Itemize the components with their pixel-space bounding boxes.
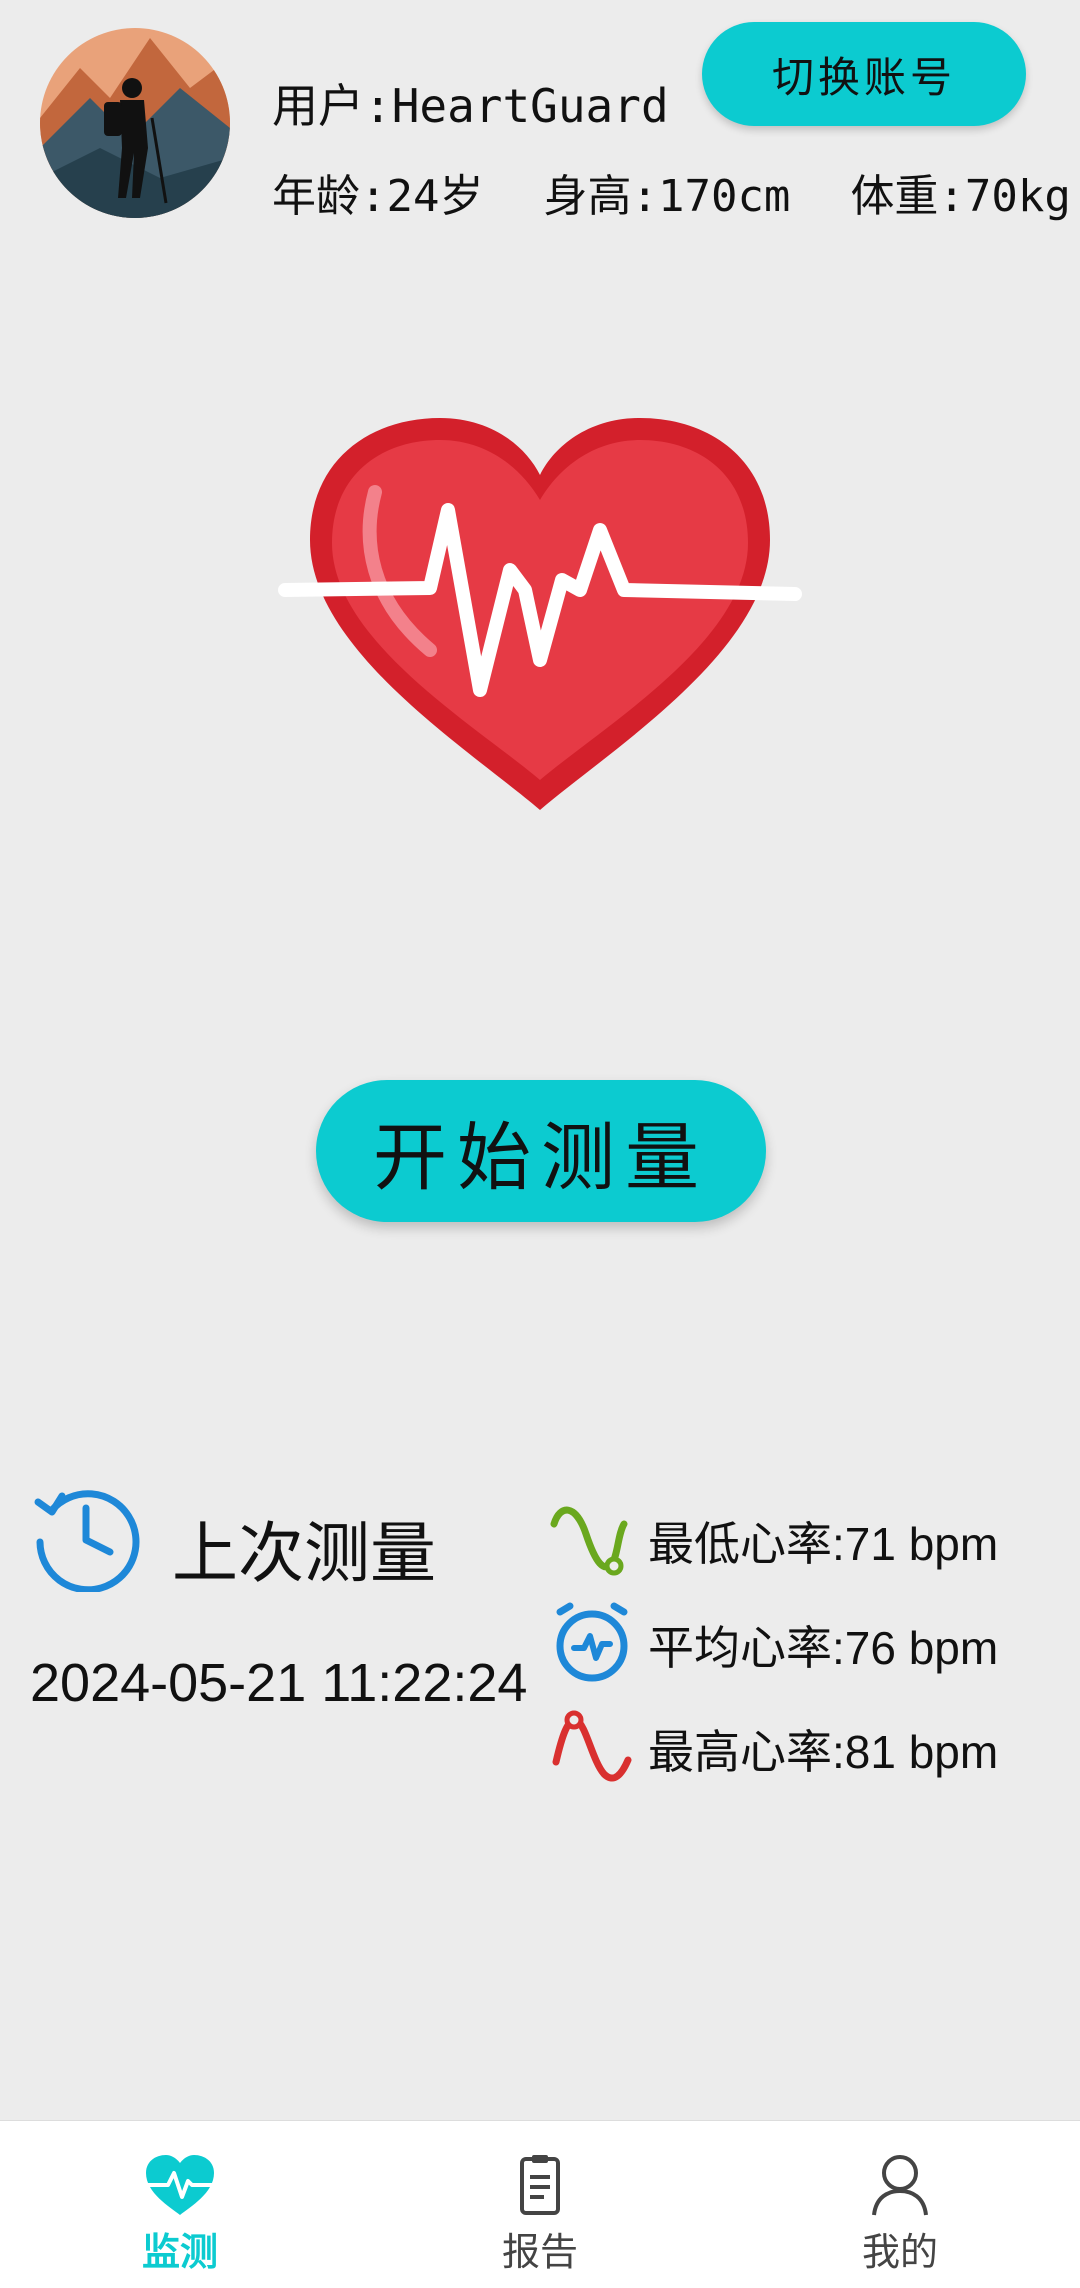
nav-item-profile[interactable]: 我的 xyxy=(800,2121,1000,2288)
person-icon xyxy=(872,2155,928,2216)
avatar[interactable] xyxy=(40,28,230,218)
nav-item-monitor[interactable]: 监测 xyxy=(80,2121,280,2288)
clipboard-icon xyxy=(520,2155,560,2215)
heart-pulse-icon xyxy=(146,2155,214,2215)
start-measure-button[interactable]: 开始测量 xyxy=(316,1080,766,1222)
hiker-mountain-image xyxy=(40,28,230,218)
username: 用户:HeartGuard xyxy=(272,79,669,133)
avg-rate-label: 平均心率:76 bpm xyxy=(648,1622,999,1674)
wave-down-icon xyxy=(550,1506,628,1576)
alarm-pulse-icon xyxy=(556,1602,628,1682)
weight-label: 体重:70kg xyxy=(850,171,1071,222)
height-label: 身高:170cm xyxy=(543,171,791,222)
nav-label-monitor: 监测 xyxy=(141,2230,218,2274)
nav-label-profile: 我的 xyxy=(861,2230,938,2274)
last-measure-title: 上次测量 xyxy=(172,1515,436,1592)
max-heart-rate: 最高心率:81 bpm xyxy=(546,1702,1066,1792)
heart-pulse-illustration xyxy=(278,418,802,810)
last-measure-time: 2024-05-21 11:22:24 xyxy=(30,1653,528,1713)
avg-heart-rate: 平均心率:76 bpm xyxy=(546,1598,1066,1688)
switch-account-button[interactable]: 切换账号 xyxy=(702,22,1026,126)
min-rate-label: 最低心率:71 bpm xyxy=(648,1518,999,1570)
history-clock-icon xyxy=(34,1490,140,1592)
nav-item-report[interactable]: 报告 xyxy=(440,2121,640,2288)
bottom-nav: 监测 报告 我的 xyxy=(0,2120,1080,2288)
user-info: 年龄:24岁 身高:170cm 体重:70kg xyxy=(272,160,1071,224)
max-rate-label: 最高心率:81 bpm xyxy=(648,1726,999,1778)
min-heart-rate: 最低心率:71 bpm xyxy=(546,1494,1066,1584)
wave-up-icon xyxy=(552,1710,632,1782)
nav-label-report: 报告 xyxy=(501,2230,578,2274)
age-label: 年龄:24岁 xyxy=(272,171,484,222)
